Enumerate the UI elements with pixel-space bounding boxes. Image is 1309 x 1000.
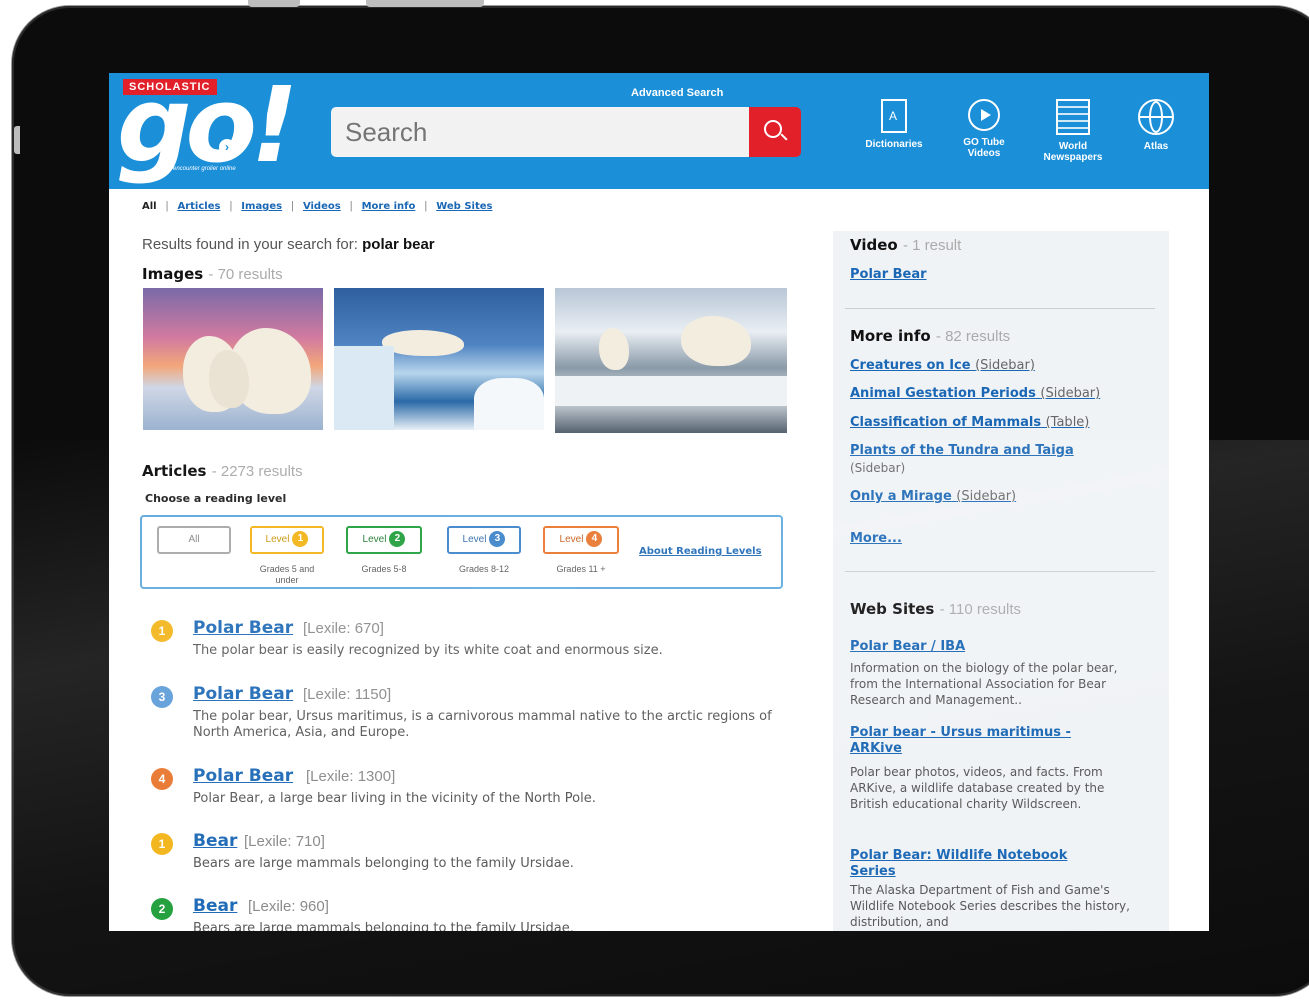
site-header: go! SCHOLASTIC › encounter grolier onlin… bbox=[109, 73, 1209, 189]
level-3-badge: 3 bbox=[489, 531, 506, 548]
level-1-grades: Grades 5 and under bbox=[259, 564, 315, 585]
more-info-item[interactable]: Creatures on Ice (Sidebar) bbox=[850, 358, 1160, 374]
go-tube-videos-label: GO Tube Videos bbox=[963, 137, 1005, 159]
divider bbox=[845, 571, 1155, 572]
atlas-label: Atlas bbox=[1143, 141, 1169, 152]
article-title-link[interactable]: Bear bbox=[193, 831, 237, 851]
video-play-icon bbox=[968, 99, 1000, 131]
tab-more-info[interactable]: More info bbox=[362, 201, 416, 212]
level-2-button[interactable]: Level 2 bbox=[346, 526, 422, 554]
more-info-item[interactable]: Animal Gestation Periods (Sidebar) bbox=[850, 386, 1160, 402]
reading-level-selector: All Level 1 Level 2 Level 3 Level 4 Grades 5… bbox=[140, 515, 783, 589]
divider bbox=[845, 308, 1155, 309]
article-description: Polar Bear, a large bear living in the v… bbox=[193, 791, 596, 806]
images-count: - 70 results bbox=[208, 266, 283, 283]
scholastic-badge: SCHOLASTIC bbox=[123, 79, 217, 95]
articles-count: - 2273 results bbox=[211, 463, 303, 480]
video-heading: Video - 1 result bbox=[850, 236, 962, 254]
articles-title: Articles bbox=[142, 462, 207, 480]
website-description: Polar bear photos, videos, and facts. Fr… bbox=[850, 765, 1105, 811]
lexile-score: [Lexile: 670] bbox=[303, 620, 384, 637]
lexile-score: [Lexile: 960] bbox=[248, 898, 329, 915]
tablet-top-button bbox=[248, 0, 300, 7]
level-badge: 4 bbox=[151, 768, 173, 790]
search-icon bbox=[764, 120, 782, 138]
world-newspapers-button[interactable]: World Newspapers bbox=[1028, 99, 1118, 163]
dictionaries-label: Dictionaries bbox=[865, 139, 923, 150]
level-3-grades: Grades 8-12 bbox=[458, 564, 510, 574]
results-summary: Results found in your search for: polar … bbox=[142, 236, 435, 253]
advanced-search-link[interactable]: Advanced Search bbox=[631, 87, 723, 99]
article-description: Bears are large mammals belonging to the… bbox=[193, 856, 574, 871]
more-info-item[interactable]: Plants of the Tundra and Taiga bbox=[850, 443, 1160, 459]
video-polar-bear-link[interactable]: Polar Bear bbox=[850, 267, 1160, 283]
level-4-grades: Grades 11 + bbox=[556, 564, 606, 574]
lexile-score: [Lexile: 1300] bbox=[306, 768, 396, 785]
world-newspapers-label: World Newspapers bbox=[1043, 141, 1103, 163]
result-filter-tabs: All | Articles | Images | Videos | More info | Web… bbox=[142, 200, 493, 212]
tagline: encounter grolier online bbox=[173, 166, 236, 172]
sidebar-panel: Video - 1 result Polar Bear More info - … bbox=[833, 231, 1169, 931]
tab-web-sites[interactable]: Web Sites bbox=[436, 201, 492, 212]
website-link[interactable]: Polar Bear / IBA bbox=[850, 639, 1160, 655]
level-3-button[interactable]: Level 3 bbox=[447, 526, 521, 554]
more-info-heading: More info - 82 results bbox=[850, 327, 1011, 345]
more-info-item[interactable]: Classification of Mammals (Table) bbox=[850, 415, 1160, 431]
search-button[interactable] bbox=[749, 107, 801, 157]
tablet-side-button bbox=[14, 126, 20, 154]
dictionaries-button[interactable]: Dictionaries bbox=[849, 99, 939, 150]
website-link[interactable]: Polar Bear: Wildlife Notebook Series bbox=[850, 848, 1110, 880]
level-1-badge: 1 bbox=[292, 531, 309, 548]
go-tube-videos-button[interactable]: GO Tube Videos bbox=[939, 99, 1029, 159]
dictionary-icon bbox=[881, 99, 907, 133]
website-description: Information on the biology of the polar … bbox=[850, 661, 1118, 707]
tablet-volume-button bbox=[366, 0, 484, 7]
article-description: The polar bear is easily recognized by i… bbox=[193, 643, 663, 658]
results-query: polar bear bbox=[362, 236, 435, 253]
article-title-link[interactable]: Polar Bear bbox=[193, 766, 293, 786]
tab-images[interactable]: Images bbox=[241, 201, 282, 212]
articles-heading: Articles - 2273 results bbox=[142, 462, 303, 480]
tab-all[interactable]: All bbox=[142, 201, 157, 212]
browser-screen: go! SCHOLASTIC › encounter grolier onlin… bbox=[109, 73, 1209, 931]
level-badge: 1 bbox=[151, 620, 173, 642]
level-1-button[interactable]: Level 1 bbox=[250, 526, 324, 554]
logo-arrow-icon: › bbox=[219, 139, 235, 155]
tab-videos[interactable]: Videos bbox=[303, 201, 341, 212]
level-2-grades: Grades 5-8 bbox=[361, 564, 407, 574]
more-info-item[interactable]: Only a Mirage (Sidebar) bbox=[850, 489, 1160, 505]
images-title: Images bbox=[142, 265, 204, 283]
article-title-link[interactable]: Bear bbox=[193, 896, 237, 916]
results-prefix: Results found in your search for: bbox=[142, 236, 358, 253]
article-description: The polar bear, Ursus maritimus, is a ca… bbox=[193, 709, 772, 740]
level-4-badge: 4 bbox=[586, 531, 603, 548]
reading-level-label: Choose a reading level bbox=[145, 492, 287, 505]
more-info-more-link[interactable]: More... bbox=[850, 531, 1160, 547]
level-badge: 3 bbox=[151, 686, 173, 708]
level-2-badge: 2 bbox=[389, 531, 406, 548]
web-sites-heading: Web Sites - 110 results bbox=[850, 600, 1022, 618]
level-all-button[interactable]: All bbox=[157, 526, 231, 554]
more-info-tag: (Sidebar) bbox=[850, 461, 906, 475]
website-link[interactable]: Polar bear - Ursus maritimus - ARKive bbox=[850, 725, 1110, 757]
article-title-link[interactable]: Polar Bear bbox=[193, 618, 293, 638]
atlas-button[interactable]: Atlas bbox=[1111, 99, 1201, 152]
article-title-link[interactable]: Polar Bear bbox=[193, 684, 293, 704]
website-description: The Alaska Department of Fish and Game's… bbox=[850, 883, 1130, 929]
about-reading-levels-link[interactable]: About Reading Levels bbox=[639, 546, 762, 557]
polar-bear-image-2[interactable] bbox=[334, 288, 544, 430]
lexile-score: [Lexile: 1150] bbox=[303, 686, 392, 703]
images-heading: Images - 70 results bbox=[142, 265, 283, 283]
globe-icon bbox=[1138, 99, 1174, 135]
polar-bear-image-1[interactable] bbox=[143, 288, 323, 430]
search-input[interactable] bbox=[331, 107, 749, 157]
level-badge: 2 bbox=[151, 898, 173, 920]
newspaper-icon bbox=[1056, 99, 1090, 135]
level-4-button[interactable]: Level 4 bbox=[543, 526, 619, 554]
tab-articles[interactable]: Articles bbox=[177, 201, 220, 212]
polar-bear-image-3[interactable] bbox=[555, 288, 787, 433]
article-description: Bears are large mammals belonging to the… bbox=[193, 921, 574, 931]
lexile-score: [Lexile: 710] bbox=[244, 833, 325, 850]
level-badge: 1 bbox=[151, 833, 173, 855]
